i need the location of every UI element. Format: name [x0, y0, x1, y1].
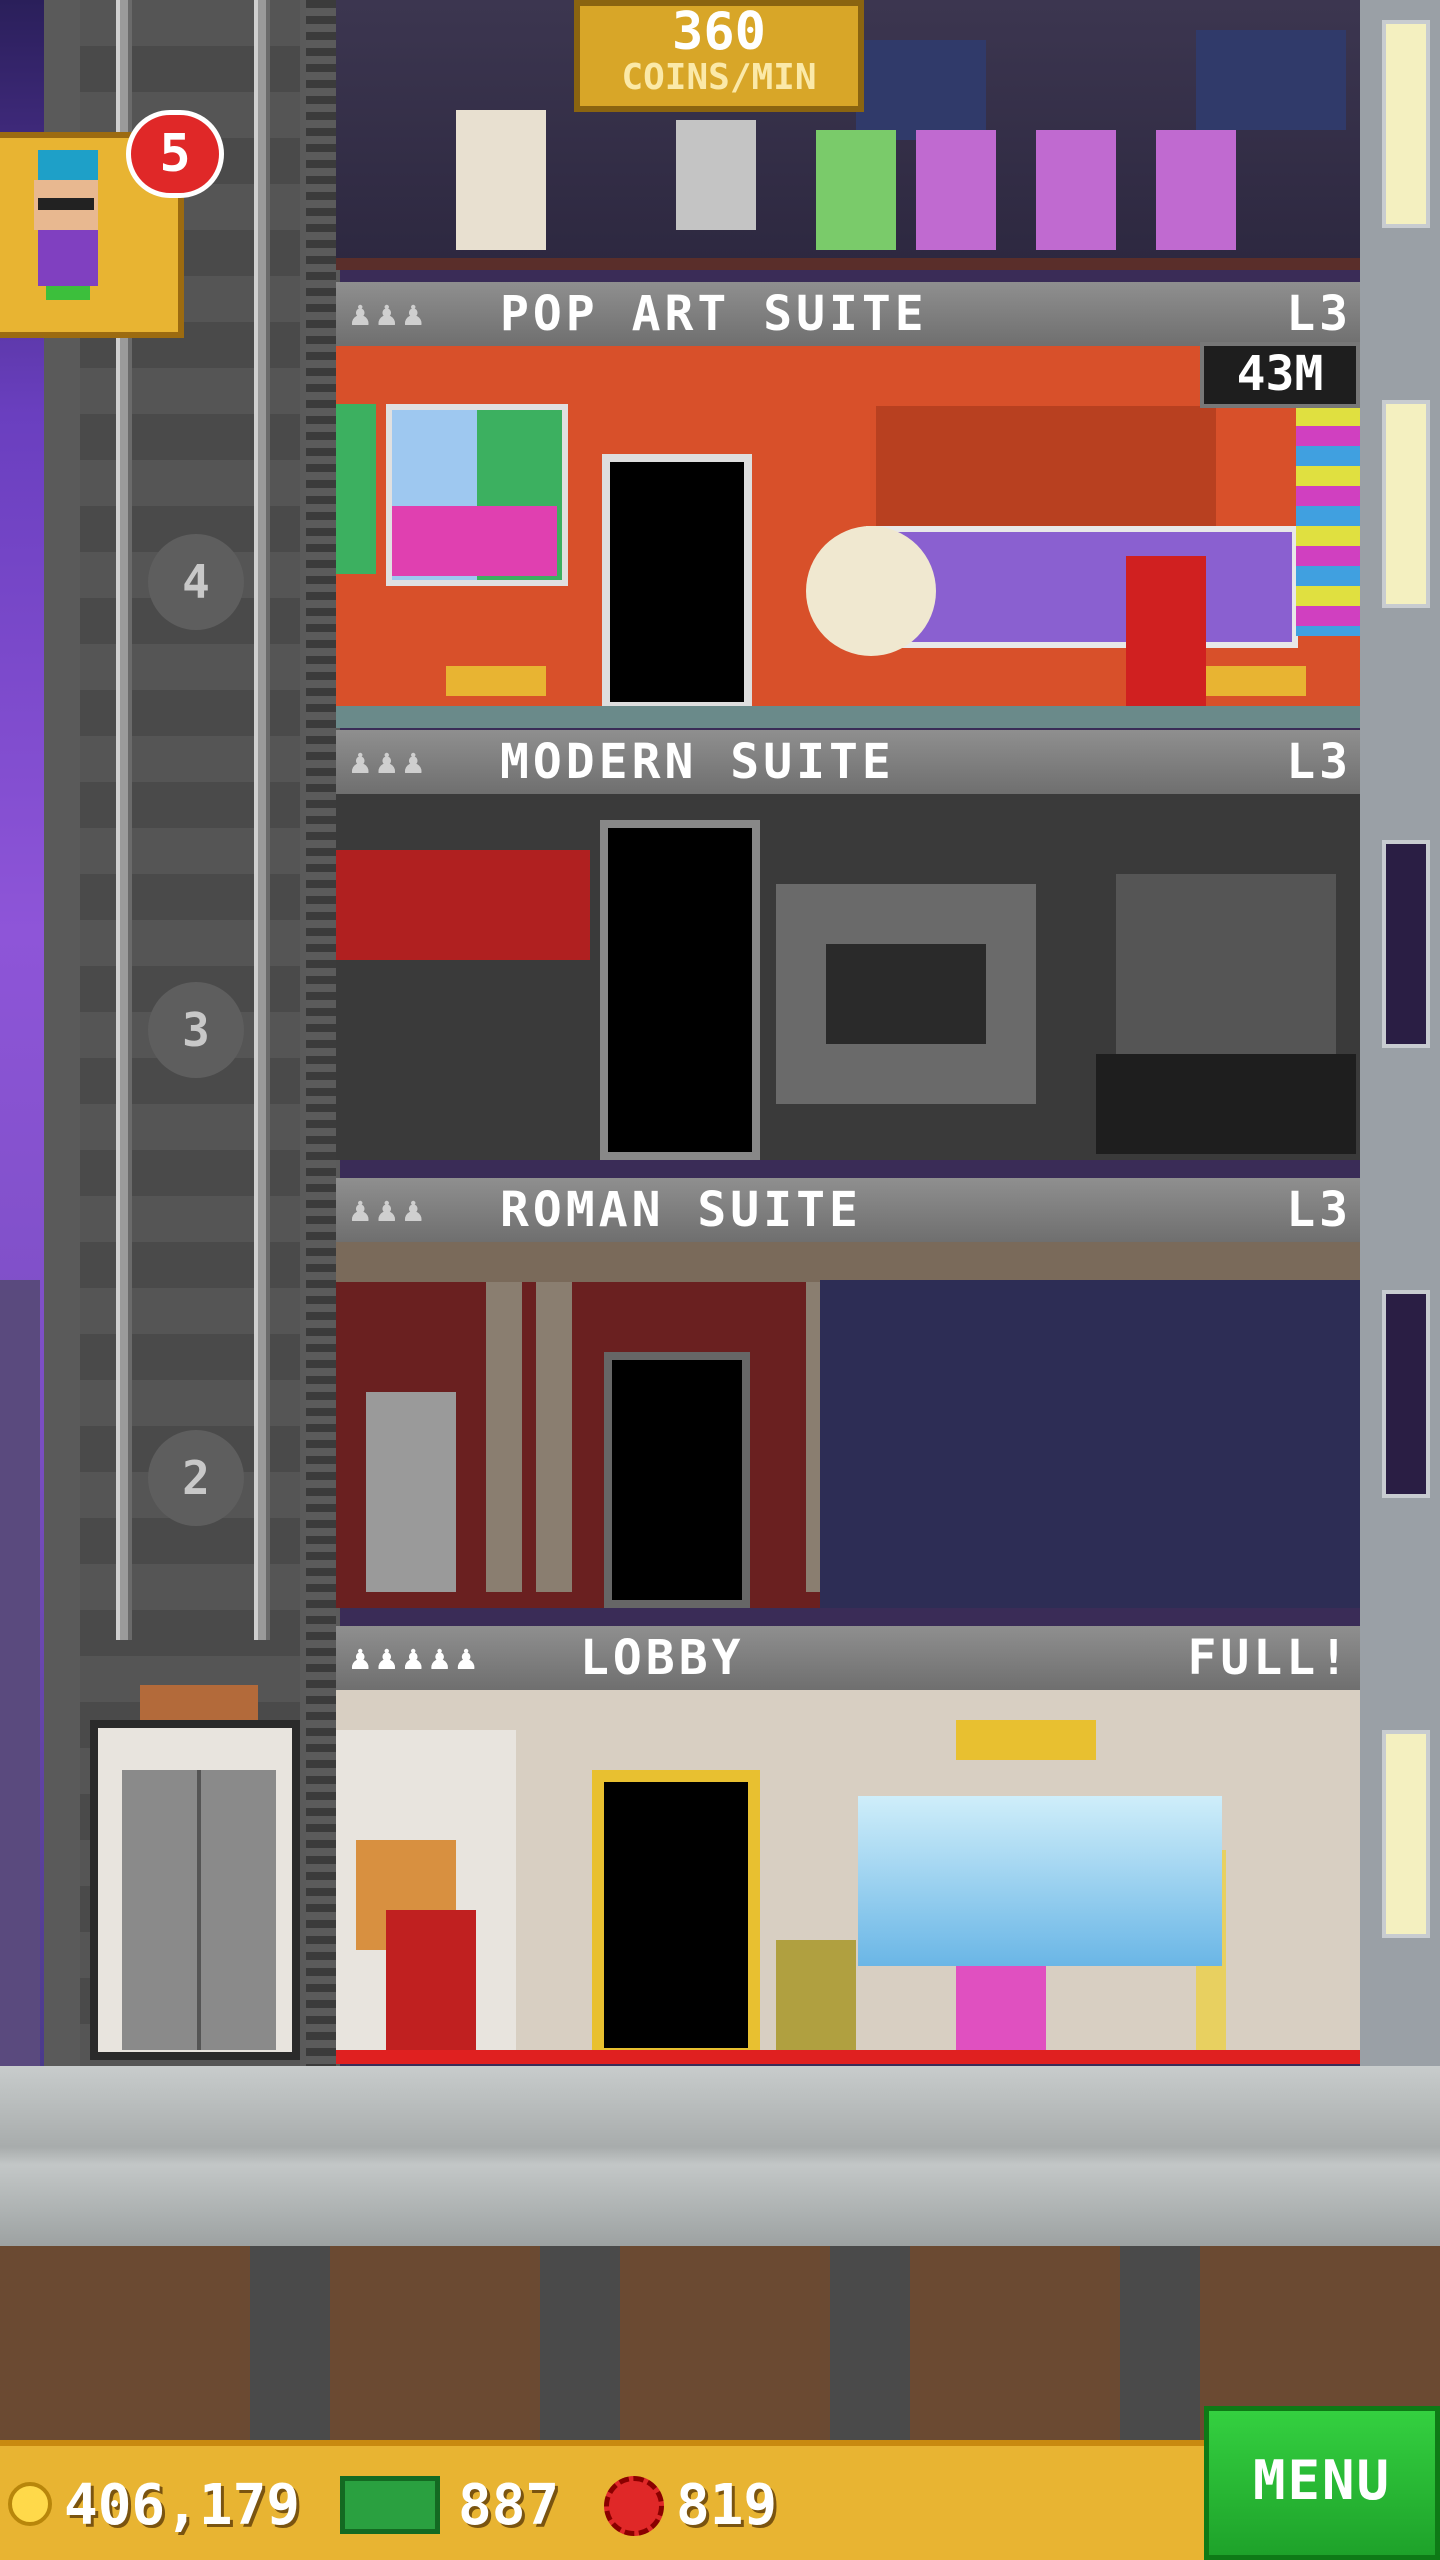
elevator-car-door: [122, 1770, 276, 2050]
modern-suite-room[interactable]: [336, 794, 1360, 1160]
tower-bux-icon: [340, 2476, 440, 2534]
floor-level: L3: [1286, 734, 1352, 790]
basement-pillar: [250, 2246, 330, 2440]
modern-suite-door: [600, 820, 760, 1160]
floor-name: ROMAN SUITE: [500, 1182, 862, 1238]
lobby-window: [858, 1796, 1222, 1966]
occupancy-icons: ♟♟♟: [350, 742, 430, 782]
notification-badge: 5: [126, 110, 224, 198]
roman-suite-window: [820, 1280, 1360, 1608]
roman-suite-door: [604, 1352, 750, 1608]
occupancy-icons: ♟♟♟♟♟: [350, 1638, 483, 1678]
floor-name: MODERN SUITE: [500, 734, 895, 790]
floor-header-pop-art-suite[interactable]: ♟♟♟ POP ART SUITE L3: [336, 282, 1360, 346]
floor-divider: [336, 706, 1360, 728]
menu-button[interactable]: MENU: [1204, 2406, 1440, 2560]
floor-header-roman-suite[interactable]: ♟♟♟ ROMAN SUITE L3: [336, 1178, 1360, 1242]
floor-level: L3: [1286, 1182, 1352, 1238]
basement-pillar: [1120, 2246, 1200, 2440]
floor-level: L3: [1286, 286, 1352, 342]
modern-red-wall: [336, 850, 590, 960]
floor-earning-badge[interactable]: 43M: [1200, 342, 1360, 408]
coins-per-minute-badge: 360 COINS/MIN: [574, 0, 864, 112]
occupancy-icons: ♟♟♟: [350, 1190, 430, 1230]
elevator-cable-right: [254, 0, 270, 1640]
shaft-floor-number-3: 3: [148, 982, 244, 1078]
lobby-carpet: [336, 2050, 1360, 2064]
bitizens-count: 819: [676, 2473, 778, 2538]
floor-name: LOBBY: [580, 1630, 745, 1686]
basement-pillar: [540, 2246, 620, 2440]
bitizen-icon: [604, 2476, 664, 2536]
bux-count: 887: [458, 2473, 560, 2538]
right-window: [1382, 840, 1430, 1048]
coins-rate-value: 360: [672, 2, 766, 62]
floor-header-lobby[interactable]: ♟♟♟♟♟ LOBBY FULL!: [336, 1626, 1360, 1690]
floor-divider: [336, 258, 1360, 270]
pop-art-suite-door: [602, 454, 752, 710]
coins-rate-unit: COINS/MIN: [621, 57, 817, 98]
lobby-door: [592, 1770, 760, 2060]
occupancy-icons: ♟♟♟: [350, 294, 430, 334]
right-window: [1382, 1730, 1430, 1938]
basement-pillar: [830, 2246, 910, 2440]
coins-count: 406,179: [64, 2473, 301, 2538]
city-skyline: [0, 1280, 40, 2070]
shaft-floor-number-4: 4: [148, 534, 244, 630]
elevator-car-top: [140, 1685, 258, 1725]
floor-header-modern-suite[interactable]: ♟♟♟ MODERN SUITE L3: [336, 730, 1360, 794]
floor-name: POP ART SUITE: [500, 286, 928, 342]
bitbook-person-icon: [24, 150, 114, 300]
ground-slab: [0, 2066, 1440, 2246]
shaft-floor-number-2: 2: [148, 1430, 244, 1526]
coin-icon: [8, 2482, 52, 2526]
right-window: [1382, 20, 1430, 228]
shaft-edge: [306, 0, 336, 2070]
right-window: [1382, 400, 1430, 608]
right-window: [1382, 1290, 1430, 1498]
floor-status: FULL!: [1187, 1630, 1352, 1686]
